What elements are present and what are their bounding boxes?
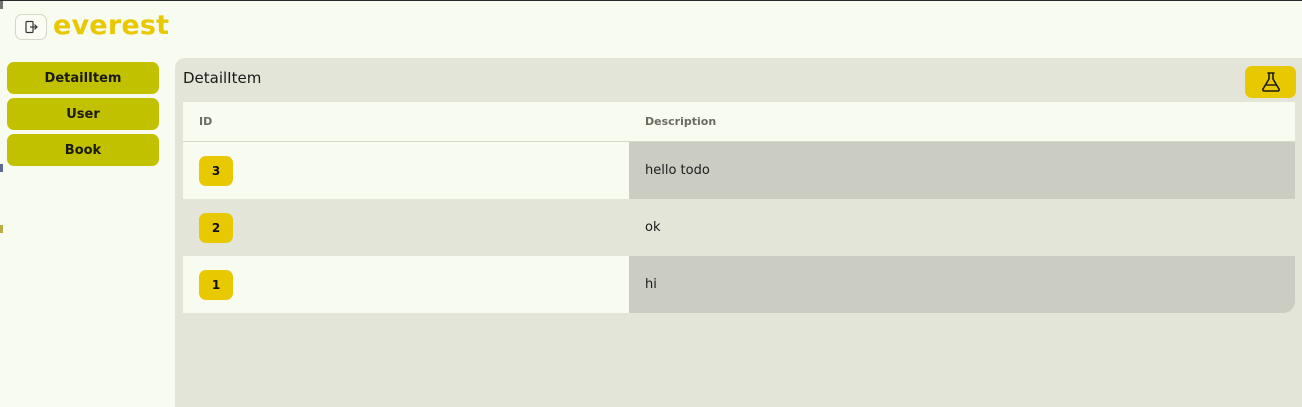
app-window: everest DetailItem User Book DetailItem … — [0, 0, 1302, 407]
id-badge[interactable]: 2 — [199, 212, 233, 243]
logout-button[interactable] — [15, 14, 47, 40]
description-cell: hello todo — [629, 142, 1295, 199]
screen-edge — [0, 1, 3, 407]
flask-button[interactable] — [1245, 66, 1296, 98]
column-header-id[interactable]: ID — [183, 102, 629, 141]
id-cell: 2 — [183, 199, 629, 256]
brand-logo: everest — [53, 10, 170, 41]
id-badge[interactable]: 3 — [199, 155, 233, 186]
sidebar-item-detailitem[interactable]: DetailItem — [7, 62, 159, 94]
sidebar-item-book[interactable]: Book — [7, 134, 159, 166]
flask-icon — [1261, 72, 1280, 92]
header: everest — [15, 10, 170, 41]
sidebar: DetailItem User Book — [7, 62, 159, 166]
column-header-description[interactable]: Description — [629, 102, 1295, 141]
table-row[interactable]: 2 ok — [183, 199, 1295, 256]
table-row[interactable]: 1 hi — [183, 256, 1295, 313]
page-title: DetailItem — [183, 69, 262, 87]
table-row[interactable]: 3 hello todo — [183, 142, 1295, 199]
id-cell: 3 — [183, 142, 629, 199]
data-table: ID Description 3 hello todo 2 ok 1 hi — [183, 102, 1295, 313]
id-cell: 1 — [183, 256, 629, 313]
description-cell: ok — [629, 199, 1295, 256]
logout-icon — [25, 20, 38, 34]
sidebar-item-user[interactable]: User — [7, 98, 159, 130]
main-panel: DetailItem ID Description 3 hello todo 2 — [175, 58, 1302, 407]
id-badge[interactable]: 1 — [199, 269, 233, 300]
description-cell: hi — [629, 256, 1295, 313]
table-header: ID Description — [183, 102, 1295, 142]
